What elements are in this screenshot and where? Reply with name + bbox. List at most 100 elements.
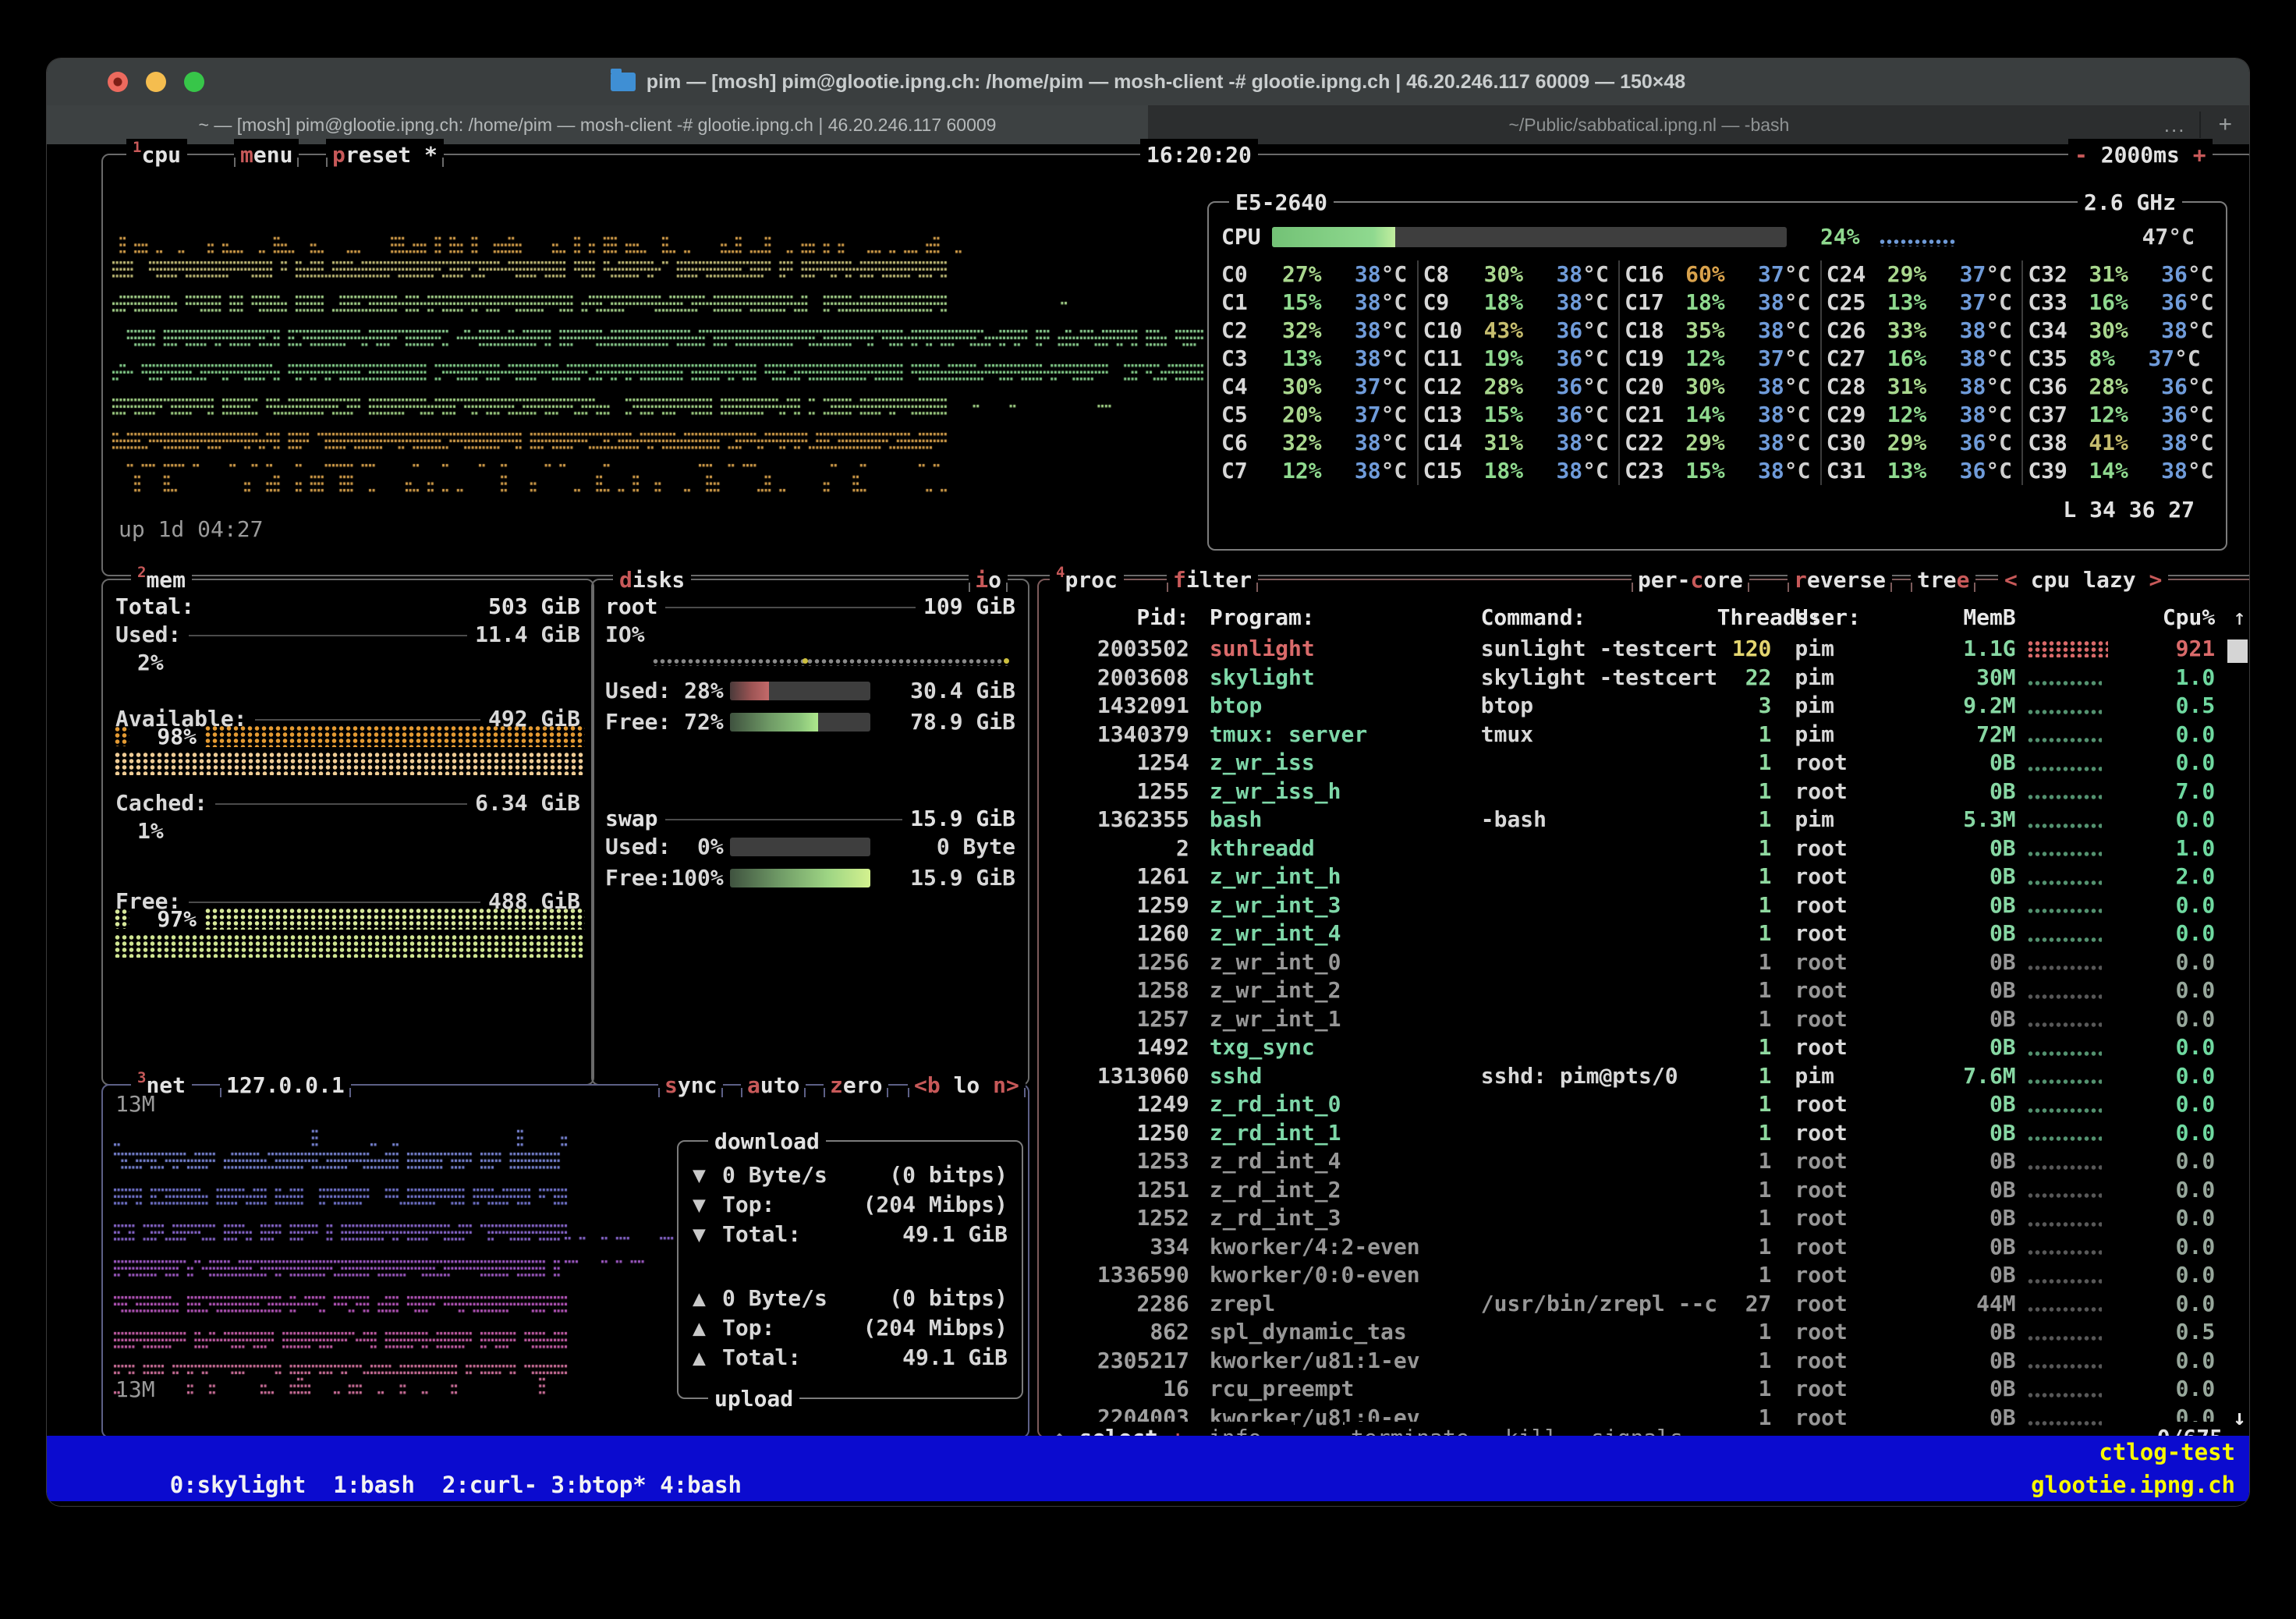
process-cpu-meter — [2016, 1062, 2126, 1091]
scrollbar-thumb[interactable] — [2227, 639, 2248, 663]
process-pid: 1336590 — [1050, 1261, 1189, 1290]
core-name: C7 — [1221, 457, 1282, 485]
process-cpu: 921 — [2126, 635, 2215, 664]
process-command — [1481, 1176, 1717, 1205]
close-button[interactable] — [108, 72, 128, 92]
core-temp-unit: °C — [1986, 317, 2021, 345]
process-row[interactable]: 1258z_wr_int_21root0B0.0 — [1039, 976, 2249, 1005]
process-row[interactable]: 2286zrepl/usr/bin/zrepl --co27root44M0.0 — [1039, 1290, 2249, 1319]
tree-toggle[interactable]: tree — [1911, 564, 1975, 595]
zoom-button[interactable] — [184, 72, 204, 92]
process-name: z_wr_int_2 — [1210, 976, 1481, 1005]
process-command — [1481, 1119, 1717, 1148]
process-row[interactable]: 1256z_wr_int_01root0B0.0 — [1039, 948, 2249, 977]
cpu-meter-dots — [2027, 1221, 2102, 1228]
process-row[interactable]: 334kworker/4:2-even1root0B0.0 — [1039, 1233, 2249, 1262]
menu-button[interactable]: menu — [234, 139, 299, 170]
column-header-pid[interactable]: Pid: — [1050, 604, 1189, 632]
new-tab-button[interactable]: + — [2199, 112, 2249, 138]
cpu-meter-dots — [2027, 680, 2102, 687]
tab-bash-session[interactable]: ~/Public/sabbatical.ipng.nl — -bash — [1148, 105, 2150, 144]
process-row[interactable]: 1260z_wr_int_41root0B0.0 — [1039, 919, 2249, 948]
process-row[interactable]: 1362355bash-bash1pim5.3M0.0 — [1039, 806, 2249, 834]
process-row[interactable]: 1257z_wr_int_11root0B0.0 — [1039, 1005, 2249, 1034]
terminal-window: pim — [mosh] pim@glootie.ipng.ch: /home/… — [47, 58, 2249, 1506]
mem-box-label: mem — [146, 567, 186, 593]
scroll-indicator — [2215, 1119, 2246, 1148]
scroll-indicator — [2215, 1375, 2246, 1404]
load-average: L 34 36 27 — [1209, 496, 2207, 524]
process-row[interactable]: 1336590kworker/0:0-even1root0B0.0 — [1039, 1261, 2249, 1290]
filter-button[interactable]: filter — [1167, 564, 1258, 595]
core-load: 8% — [2089, 345, 2115, 373]
process-row[interactable]: 1261z_wr_int_h1root0B2.0 — [1039, 863, 2249, 891]
interval-increase-button[interactable]: + — [2193, 142, 2206, 168]
process-memory: 0B — [1904, 1375, 2016, 1404]
column-header-program[interactable]: Program: — [1210, 604, 1481, 632]
column-header-memb[interactable]: MemB — [1904, 604, 2016, 632]
sort-selector: < cpu lazy > — [1998, 564, 2168, 595]
core-name: C2 — [1221, 317, 1282, 345]
column-header-meter[interactable] — [2016, 604, 2126, 632]
process-row[interactable]: 2003608skylightskylight -testcert22pim30… — [1039, 664, 2249, 693]
minimize-button[interactable] — [146, 72, 166, 92]
process-row[interactable]: 2305217kworker/u81:1-ev1root0B0.0 — [1039, 1347, 2249, 1376]
process-name: z_wr_int_1 — [1210, 1005, 1481, 1034]
core-name: C22 — [1625, 429, 1685, 457]
column-header-command[interactable]: Command: — [1481, 604, 1717, 632]
cpu-core-c22: C2229%38°C — [1618, 429, 1820, 457]
sort-prev-button[interactable]: < — [2004, 567, 2018, 593]
core-load: 33% — [1887, 317, 1927, 345]
tmux-windows-line-2[interactable]: 0:irssi- 1:ssh* 2:ssh 3:ssh glootie.ipng… — [47, 1468, 2249, 1501]
column-header-cpu%[interactable]: Cpu% — [2126, 604, 2215, 632]
tab-overflow-button[interactable]: ... — [2150, 113, 2200, 137]
column-header-threads[interactable]: Threads: — [1717, 604, 1772, 632]
process-row[interactable]: 1250z_rd_int_11root0B0.0 — [1039, 1119, 2249, 1148]
tmux-windows-line[interactable]: 0:skylight 1:bash 2:curl- 3:btop* 4:bash… — [47, 1436, 2249, 1468]
process-cpu-meter — [2016, 778, 2126, 806]
sort-next-button[interactable]: > — [2149, 567, 2162, 593]
per-core-toggle[interactable]: per-core — [1632, 564, 1749, 595]
process-pid: 1253 — [1050, 1147, 1189, 1176]
reverse-toggle[interactable]: reverse — [1788, 564, 1892, 595]
process-memory: 0B — [1904, 1147, 2016, 1176]
process-cpu-meter — [2016, 749, 2126, 778]
disk-swap-name: swap — [605, 805, 657, 833]
process-row[interactable]: 2003502sunlightsunlight -testcert120pim1… — [1039, 635, 2249, 664]
process-row[interactable]: 16rcu_preempt1root0B0.0 — [1039, 1375, 2249, 1404]
tab-mosh-session[interactable]: ~ — [mosh] pim@glootie.ipng.ch: /home/pi… — [47, 105, 1148, 144]
tmux-session-name: ctlog-test — [2099, 1436, 2235, 1468]
process-row[interactable]: 1254z_wr_iss1root0B0.0 — [1039, 749, 2249, 778]
download-arrow-icon: ▼ — [693, 1220, 722, 1249]
process-row[interactable]: 1313060sshdsshd: pim@pts/01pim7.6M0.0 — [1039, 1062, 2249, 1091]
scroll-indicator — [2215, 1261, 2246, 1290]
process-row[interactable]: 1252z_rd_int_31root0B0.0 — [1039, 1204, 2249, 1233]
core-temp-unit: °C — [1582, 373, 1618, 401]
cpu-core-c27: C2716%38°C — [1820, 345, 2022, 373]
process-row[interactable]: 1253z_rd_int_41root0B0.0 — [1039, 1147, 2249, 1176]
preset-button[interactable]: preset * — [326, 139, 444, 170]
core-name: C1 — [1221, 289, 1282, 317]
core-load: 12% — [1887, 401, 1927, 429]
process-row[interactable]: 1492txg_sync1root0B0.0 — [1039, 1033, 2249, 1062]
core-temp: 38 — [2128, 457, 2188, 485]
process-row[interactable]: 1251z_rd_int_21root0B0.0 — [1039, 1176, 2249, 1205]
process-memory: 0B — [1904, 1176, 2016, 1205]
core-name: C21 — [1625, 401, 1685, 429]
column-header-user[interactable]: User: — [1795, 604, 1904, 632]
tmux-status-bar: 0:skylight 1:bash 2:curl- 3:btop* 4:bash… — [47, 1436, 2249, 1501]
process-cpu: 0.0 — [2126, 749, 2215, 778]
process-row[interactable]: 1259z_wr_int_31root0B0.0 — [1039, 891, 2249, 920]
process-row[interactable]: 2kthreadd1root0B1.0 — [1039, 834, 2249, 863]
process-row[interactable]: 862spl_dynamic_tas1root0B0.5 — [1039, 1318, 2249, 1347]
process-row[interactable]: 1432091btopbtop3pim9.2M0.5 — [1039, 692, 2249, 721]
process-row[interactable]: 1340379tmux: servertmux1pim72M0.0 — [1039, 721, 2249, 749]
io-mode-button[interactable]: io — [969, 564, 1008, 595]
interval-decrease-button[interactable]: - — [2075, 142, 2088, 168]
process-row[interactable]: 1255z_wr_iss_h1root0B7.0 — [1039, 778, 2249, 806]
process-cpu-meter — [2016, 976, 2126, 1005]
scroll-indicator — [2215, 1290, 2246, 1319]
process-cpu-meter — [2016, 919, 2126, 948]
process-row[interactable]: 1249z_rd_int_01root0B0.0 — [1039, 1090, 2249, 1119]
core-name: C3 — [1221, 345, 1282, 373]
